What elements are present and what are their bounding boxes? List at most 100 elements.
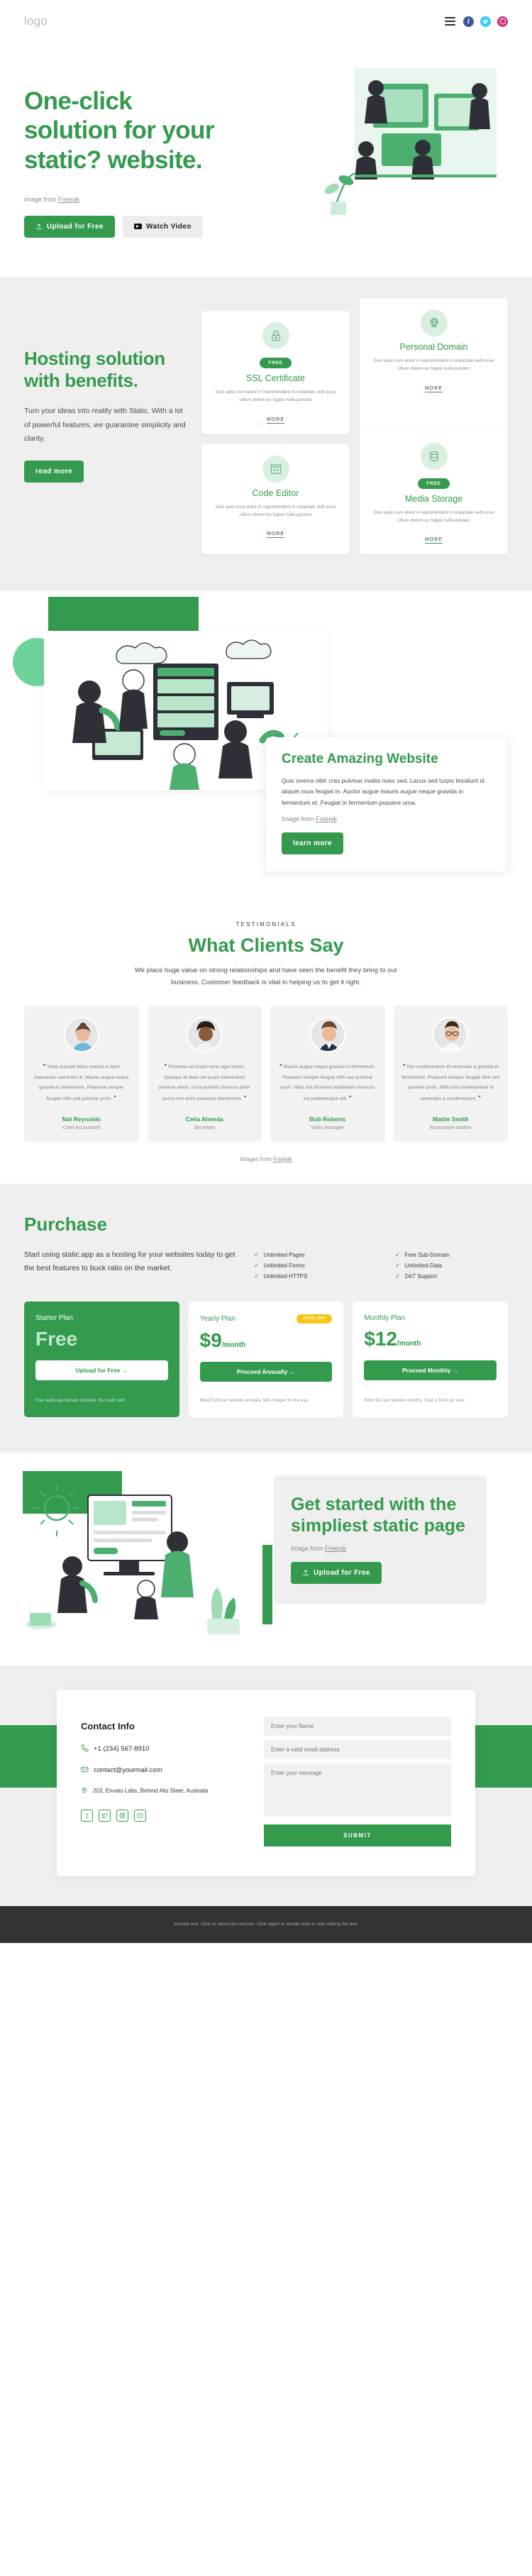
contact-heading: Contact Info	[81, 1720, 135, 1732]
hamburger-menu-icon[interactable]	[443, 16, 457, 27]
testimonial-role: Secretary	[194, 1125, 216, 1130]
contact-social-links: f	[81, 1810, 244, 1822]
logo[interactable]: logo	[24, 14, 48, 28]
plan-header: Starter Plan	[35, 1314, 168, 1322]
feature-label: Unlimited Pages	[263, 1251, 305, 1258]
testimonial-card: “ Nisl condimentum id venenatis a gravid…	[393, 1006, 508, 1142]
plan-cta-button[interactable]: Proceed Monthly →	[364, 1360, 497, 1380]
learn-more-button[interactable]: learn more	[282, 832, 344, 855]
credit-prefix: Images from	[240, 1155, 273, 1162]
feature-card-title: Personal Domain	[399, 341, 468, 352]
create-image-credit: Image from Freepik	[282, 815, 492, 822]
instagram-icon[interactable]	[497, 16, 508, 27]
testimonial-quote: “ Nisl condimentum id venenatis a gravid…	[401, 1061, 501, 1104]
testimonials-section: TESTIMONIALS What Clients Say We place h…	[0, 903, 532, 1184]
contact-phone-row: +1 (234) 567-8910	[81, 1744, 244, 1754]
freepik-link[interactable]: Freepik	[325, 1545, 346, 1552]
plan-card-starter: Starter Plan Free Upload for Free → Free…	[24, 1301, 179, 1417]
hero-image-credit: Image from Freepik	[24, 196, 230, 203]
contact-phone[interactable]: +1 (234) 567-8910	[94, 1744, 149, 1754]
freepik-link[interactable]: Freepik	[58, 196, 79, 203]
name-input[interactable]	[264, 1716, 451, 1736]
benefits-section: Hosting solution with benefits. Turn you…	[0, 276, 532, 592]
quote-text: Nisl condimentum id venenatis a gravida …	[401, 1064, 500, 1101]
quote-mark-icon: “	[402, 1063, 406, 1070]
feature-card-editor[interactable]: Code Editor Duis aute irure dolor in rep…	[201, 444, 350, 555]
twitter-icon[interactable]	[99, 1810, 111, 1822]
header-actions: f	[443, 16, 508, 27]
instagram-icon[interactable]	[116, 1810, 128, 1822]
mail-icon	[81, 1766, 89, 1776]
purchase-title: Purchase	[24, 1213, 108, 1235]
page-title: One-click solution for your static? webs…	[24, 87, 214, 174]
feature-card-storage[interactable]: FREE Media Storage Duis aute irure dolor…	[360, 431, 508, 555]
testimonial-name: Bob Roberts	[309, 1115, 346, 1123]
feature-item: ✓ Free Sub-Domain	[395, 1251, 508, 1259]
get-started-illustration	[20, 1474, 261, 1637]
upload-for-free-button[interactable]: Upload for Free	[24, 215, 115, 238]
plan-cta-button[interactable]: Proceed Annually →	[199, 1361, 333, 1382]
testimonial-quote: “ Pharetra vel turpis nunc eget lorem. Q…	[155, 1061, 255, 1104]
message-textarea[interactable]	[264, 1763, 451, 1817]
feature-cards-grid: FREE SSL Certificate Duis aute irure dol…	[201, 297, 508, 555]
youtube-icon[interactable]	[134, 1810, 146, 1822]
freepik-link[interactable]: Freepik	[273, 1156, 292, 1162]
price-value: Free	[35, 1327, 78, 1350]
plan-price: $12/month	[364, 1328, 497, 1349]
check-icon: ✓	[254, 1261, 260, 1269]
contact-address: 203, Envato Labs, Behind Alis Steet, Aus…	[93, 1788, 209, 1795]
benefits-description: Turn your ideas into reality with Static…	[24, 407, 186, 444]
purchase-features-list: ✓ Unlimited Pages ✓ Free Sub-Domain ✓ Unlim…	[254, 1248, 508, 1280]
price-period: /month	[397, 1339, 421, 1348]
email-input[interactable]	[264, 1739, 451, 1759]
purchase-intro: Start using static.app as a hosting for …	[24, 1248, 508, 1280]
feature-item: ✓ 24/7 Support	[395, 1272, 508, 1280]
benefits-content: Hosting solution with benefits. Turn you…	[24, 311, 187, 555]
plan-note: Billed $108 per website annually. $36 ch…	[199, 1398, 309, 1403]
feature-card-domain[interactable]: Personal Domain Duis aute irure dolor in…	[360, 297, 508, 434]
credit-prefix: Image from	[291, 1544, 326, 1552]
quote-mark-icon: “	[164, 1063, 167, 1070]
plan-name: Monthly Plan	[364, 1314, 406, 1322]
lock-icon	[262, 321, 289, 349]
more-link[interactable]: MORE	[425, 537, 443, 544]
read-more-button[interactable]: read more	[24, 460, 84, 483]
facebook-icon[interactable]: f	[463, 16, 474, 27]
feature-card-ssl[interactable]: FREE SSL Certificate Duis aute irure dol…	[201, 310, 350, 434]
feature-item: ✓ Unlimited Data	[395, 1262, 508, 1270]
quote-mark-icon: ”	[348, 1094, 352, 1101]
get-started-upload-button[interactable]: Upload for Free	[291, 1561, 382, 1584]
testimonial-role: Sales Manager	[311, 1125, 345, 1130]
plan-cta-button[interactable]: Upload for Free →	[35, 1360, 168, 1380]
feature-label: Unlimited HTTPS	[263, 1272, 308, 1279]
hero-section: One-click solution for your static? webs…	[0, 43, 532, 277]
more-link[interactable]: MORE	[267, 417, 284, 424]
create-title: Create Amazing Website	[282, 752, 438, 767]
play-icon	[133, 224, 142, 230]
testimonial-role: Chief Accountant	[62, 1125, 101, 1130]
more-link[interactable]: MORE	[425, 386, 443, 392]
upload-button-label: Upload for Free	[47, 222, 104, 231]
hero-content: One-click solution for your static? webs…	[24, 71, 230, 238]
submit-button[interactable]: SUBMIT	[264, 1824, 451, 1846]
upload-icon	[36, 224, 42, 230]
check-icon: ✓	[254, 1250, 260, 1258]
create-body: Quis viverra nibh cras pulvinar mattis n…	[282, 777, 484, 806]
hero-buttons: Upload for Free Watch Video	[24, 215, 230, 238]
twitter-icon[interactable]	[480, 16, 491, 27]
testimonials-grid: “ Vitae suscipit tellus mauris a diam ma…	[24, 1006, 508, 1142]
plan-name: Starter Plan	[35, 1314, 73, 1322]
avatar	[309, 1017, 345, 1053]
watch-video-button[interactable]: Watch Video	[122, 215, 203, 238]
testimonial-name: Mattie Smith	[432, 1115, 469, 1123]
contact-info: Contact Info +1 (234) 567-8910 contact@y…	[81, 1711, 244, 1846]
quote-text: Pharetra vel turpis nunc eget lorem. Qui…	[158, 1064, 250, 1101]
contact-email[interactable]: contact@yourmail.com	[94, 1766, 162, 1776]
freepik-link[interactable]: Freepik	[316, 815, 337, 822]
benefits-title: Hosting solution with benefits.	[24, 347, 165, 392]
plan-note: Billed $12 per website monthly. Total is…	[364, 1398, 466, 1403]
feature-card-text: Duis aute irure dolor in reprehenderit i…	[215, 389, 336, 403]
credit-prefix: Image from	[24, 195, 59, 203]
more-link[interactable]: MORE	[267, 532, 284, 539]
facebook-icon[interactable]: f	[81, 1810, 93, 1822]
